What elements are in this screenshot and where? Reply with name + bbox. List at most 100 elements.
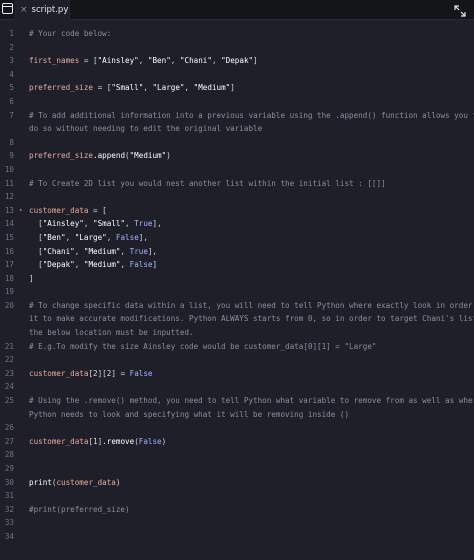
code-token: ) — [161, 436, 167, 446]
line-number: 11 — [4, 178, 14, 188]
code-line[interactable]: 34 — [0, 530, 474, 544]
code-line[interactable]: 29 — [0, 462, 474, 476]
code-line[interactable]: 7 # To add additional information into a … — [0, 109, 474, 123]
code-token: "Depak" — [42, 260, 75, 270]
code-line[interactable]: the below location must be inputted. — [0, 326, 474, 340]
code-token: "Medium" — [129, 151, 167, 161]
line-number: 21 — [4, 341, 14, 351]
code-token: it to make accurate modifications. Pytho… — [29, 314, 474, 324]
fold-arrow-icon[interactable]: ▾ — [19, 204, 23, 218]
code-line[interactable]: 13 ▾ customer_data = [ — [0, 204, 474, 218]
code-token: "Ben" — [42, 232, 66, 242]
code-line[interactable]: 19 — [0, 285, 474, 299]
code-token: "Medium" — [193, 83, 231, 93]
maximize-icon[interactable] — [454, 2, 468, 17]
code-text: # To change specific data within a list,… — [29, 299, 472, 313]
line-number: 24 — [4, 382, 14, 392]
line-number: 2 — [9, 42, 14, 52]
code-line[interactable]: 11 # To Create 2D list you would nest ano… — [0, 177, 474, 191]
code-line[interactable]: 10 — [0, 163, 474, 177]
code-token: [ — [29, 232, 43, 242]
line-number: 33 — [4, 518, 14, 528]
code-token: True — [134, 219, 153, 229]
code-line[interactable]: 33 — [0, 516, 474, 530]
line-number: 15 — [4, 232, 14, 242]
code-token: [ — [29, 260, 43, 270]
code-line[interactable]: 9 preferred_size.append("Medium") — [0, 149, 474, 163]
code-text: ] — [29, 272, 468, 286]
code-token: customer_data — [29, 436, 89, 446]
code-line[interactable]: 2 — [0, 41, 474, 55]
code-text: Python needs to look and specifying what… — [29, 408, 468, 422]
code-line[interactable]: 25 # Using the .remove() method, you need… — [0, 394, 474, 408]
code-text: customer_data[1].remove(False) — [29, 435, 468, 449]
code-line[interactable]: 3 first_names = ["Ainsley", "Ben", "Chani… — [0, 54, 474, 68]
code-token: first_names — [29, 56, 80, 66]
code-token: = [ — [88, 205, 107, 215]
code-line[interactable]: 12 — [0, 190, 474, 204]
code-token: , — [106, 232, 116, 242]
code-token: , — [74, 260, 84, 270]
code-line[interactable]: 30 print(customer_data) — [0, 476, 474, 490]
code-token: ] — [152, 260, 158, 270]
code-token: "Medium" — [83, 260, 121, 270]
code-line[interactable]: 20 # To change specific data within a lis… — [0, 299, 474, 313]
code-line[interactable]: 15 ["Ben", "Large", False], — [0, 231, 474, 245]
code-token: = [ — [93, 83, 112, 93]
code-text: # To add additional information into a p… — [29, 109, 474, 123]
code-text: first_names = ["Ainsley", "Ben", "Chani"… — [29, 54, 468, 68]
code-area[interactable]: 1 # Your code below: 2 3 first_names = ["Ain… — [0, 27, 474, 560]
code-line[interactable]: 8 — [0, 136, 474, 150]
code-token: "Large" — [152, 83, 185, 93]
code-line[interactable]: 14 ["Ainsley", "Small", True], — [0, 217, 474, 231]
code-line[interactable]: 32 #print(preferred_size) — [0, 503, 474, 517]
code-line[interactable]: 27 customer_data[1].remove(False) — [0, 435, 474, 449]
code-line[interactable]: Python needs to look and specifying what… — [0, 408, 474, 422]
code-line[interactable]: 24 — [0, 380, 474, 394]
code-line[interactable]: 23 customer_data[2][2] = False — [0, 367, 474, 381]
code-text: ["Ben", "Large", False], — [29, 231, 468, 245]
line-number: 4 — [9, 69, 14, 79]
code-line[interactable]: 4 — [0, 68, 474, 82]
code-token: , — [170, 56, 180, 66]
code-token: .remove — [102, 436, 135, 446]
code-text: customer_data[2][2] = False — [29, 367, 468, 381]
code-token: "Chani" — [179, 56, 212, 66]
code-line[interactable]: 17 ["Depak", "Medium", False] — [0, 258, 474, 272]
code-token: "Ainsley" — [97, 56, 139, 66]
tab-script-py[interactable]: × script.py — [14, 0, 70, 20]
code-line[interactable]: 18] — [0, 272, 474, 286]
code-token: ][ — [97, 368, 107, 378]
code-token: , — [138, 56, 148, 66]
code-line[interactable]: it to make accurate modifications. Pytho… — [0, 312, 474, 326]
code-text: preferred_size.append("Medium") — [29, 149, 468, 163]
code-line[interactable]: do so without needing to edit the origin… — [0, 122, 474, 136]
code-token: "Ben" — [147, 56, 171, 66]
line-number: 26 — [4, 423, 14, 433]
code-text: preferred_size = ["Small", "Large", "Med… — [29, 81, 468, 95]
code-line[interactable]: 22 — [0, 353, 474, 367]
code-line[interactable]: 21 # E.g.To modify the size Ainsley code … — [0, 340, 474, 354]
code-line[interactable]: 31 — [0, 489, 474, 503]
code-token: ) — [166, 151, 171, 161]
line-number: 5 — [9, 83, 14, 93]
code-token: = [ — [79, 56, 98, 66]
close-icon[interactable]: × — [20, 5, 28, 15]
code-line[interactable]: 28 — [0, 448, 474, 462]
code-token: "Large" — [74, 232, 107, 242]
tab-label: script.py — [31, 5, 69, 15]
line-number: 6 — [9, 96, 14, 106]
sidebar-toggle-icon[interactable] — [0, 0, 14, 16]
code-text: # Using the .remove() method, you need t… — [29, 394, 474, 408]
code-line[interactable]: 26 — [0, 421, 474, 435]
code-line[interactable]: 6 — [0, 95, 474, 109]
line-number: 14 — [4, 219, 14, 229]
code-line[interactable]: 5 preferred_size = ["Small", "Large", "Me… — [0, 81, 474, 95]
code-token: # To Create 2D list you would nest anoth… — [29, 178, 386, 188]
code-token: customer_data — [29, 205, 89, 215]
line-number: 22 — [4, 355, 14, 365]
line-number: 32 — [4, 504, 14, 514]
code-line[interactable]: 16 ["Chani", "Medium", True], — [0, 245, 474, 259]
line-number: 9 — [9, 151, 14, 161]
code-line[interactable]: 1 # Your code below: — [0, 27, 474, 41]
